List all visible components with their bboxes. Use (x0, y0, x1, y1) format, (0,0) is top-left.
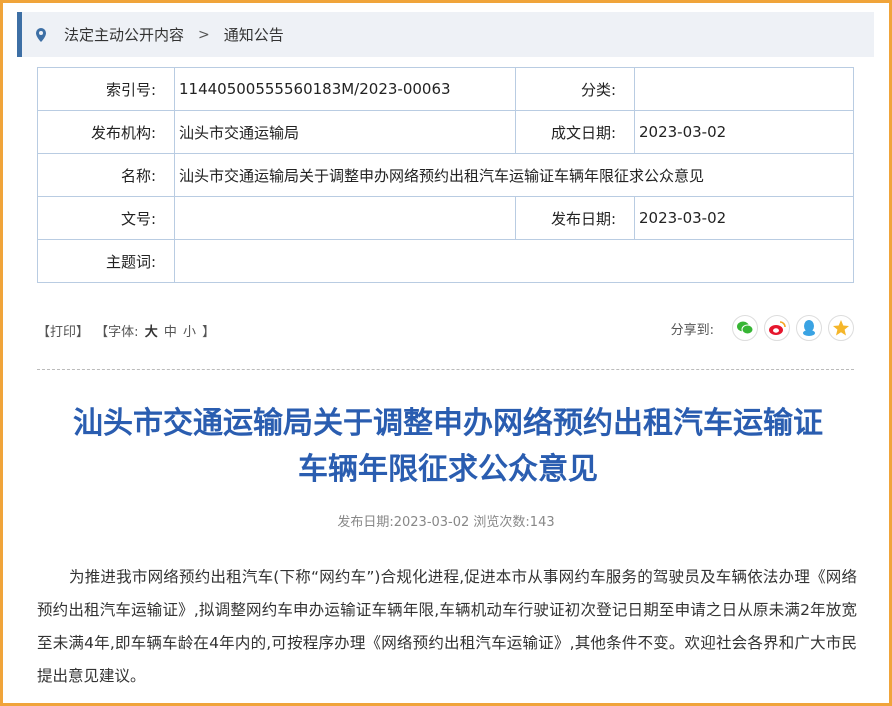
article-body: 为推进我市网络预约出租汽车(下称“网约车”)合规化进程,促进本市从事网约车服务的… (37, 568, 857, 685)
font-size-suffix: 】 (202, 325, 216, 340)
article-title-line2: 车辆年限征求公众意见 (298, 452, 598, 487)
font-size-small[interactable]: 小 (183, 325, 196, 340)
share-label: 分享到: (670, 322, 714, 338)
qq-icon[interactable] (796, 315, 822, 341)
keywords-value (174, 239, 854, 283)
doc-number-value (174, 196, 516, 240)
index-value: 11440500555560183M/2023-00063 (174, 67, 516, 111)
meta-row: 发布机构: 汕头市交通运输局 成文日期: 2023-03-02 (37, 110, 854, 154)
doc-number-label: 文号: (37, 196, 175, 240)
article-info: 发布日期:2023-03-02 浏览次数:143 (337, 515, 555, 530)
article-toolbar: 【打印】 【字体: 大 中 小 】 分享到: (37, 315, 854, 345)
text-tools: 【打印】 【字体: 大 中 小 】 (37, 321, 217, 340)
publisher-value: 汕头市交通运输局 (174, 110, 516, 154)
document-meta-table: 索引号: 11440500555560183M/2023-00063 分类: 发… (37, 67, 854, 283)
created-date-value: 2023-03-02 (634, 110, 854, 154)
keywords-label: 主题词: (37, 239, 175, 283)
publish-date-value: 2023-03-02 (634, 196, 854, 240)
breadcrumb: 法定主动公开内容 > 通知公告 (17, 12, 874, 57)
breadcrumb-item-public-content[interactable]: 法定主动公开内容 (64, 24, 184, 45)
meta-row: 文号: 发布日期: 2023-03-02 (37, 196, 854, 240)
name-value: 汕头市交通运输局关于调整申办网络预约出租汽车运输证车辆年限征求公众意见 (174, 153, 854, 197)
name-label: 名称: (37, 153, 175, 197)
category-label: 分类: (515, 67, 635, 111)
wechat-icon[interactable] (732, 315, 758, 341)
created-date-label: 成文日期: (515, 110, 635, 154)
font-size-prefix: 【字体: (95, 325, 139, 340)
category-value (634, 67, 854, 111)
publish-date-label: 发布日期: (515, 196, 635, 240)
breadcrumb-item-notices[interactable]: 通知公告 (224, 24, 284, 45)
print-link[interactable]: 【打印】 (37, 325, 89, 340)
breadcrumb-separator: > (198, 26, 210, 43)
page-frame: 法定主动公开内容 > 通知公告 索引号: 11440500555560183M/… (0, 0, 892, 706)
article-title: 汕头市交通运输局关于调整申办网络预约出租汽车运输证 车辆年限征求公众意见 (23, 401, 873, 493)
publisher-label: 发布机构: (37, 110, 175, 154)
divider (37, 369, 854, 370)
share-bar: 分享到: (671, 315, 854, 341)
index-label: 索引号: (37, 67, 175, 111)
weibo-icon[interactable] (764, 315, 790, 341)
meta-row: 索引号: 11440500555560183M/2023-00063 分类: (37, 67, 854, 111)
meta-row: 主题词: (37, 239, 854, 283)
qzone-icon[interactable] (828, 315, 854, 341)
font-size-large[interactable]: 大 (145, 325, 158, 340)
font-size-medium[interactable]: 中 (164, 325, 177, 340)
article-title-line1: 汕头市交通运输局关于调整申办网络预约出租汽车运输证 (73, 406, 823, 441)
meta-row: 名称: 汕头市交通运输局关于调整申办网络预约出租汽车运输证车辆年限征求公众意见 (37, 153, 854, 197)
location-pin-icon (36, 27, 46, 42)
